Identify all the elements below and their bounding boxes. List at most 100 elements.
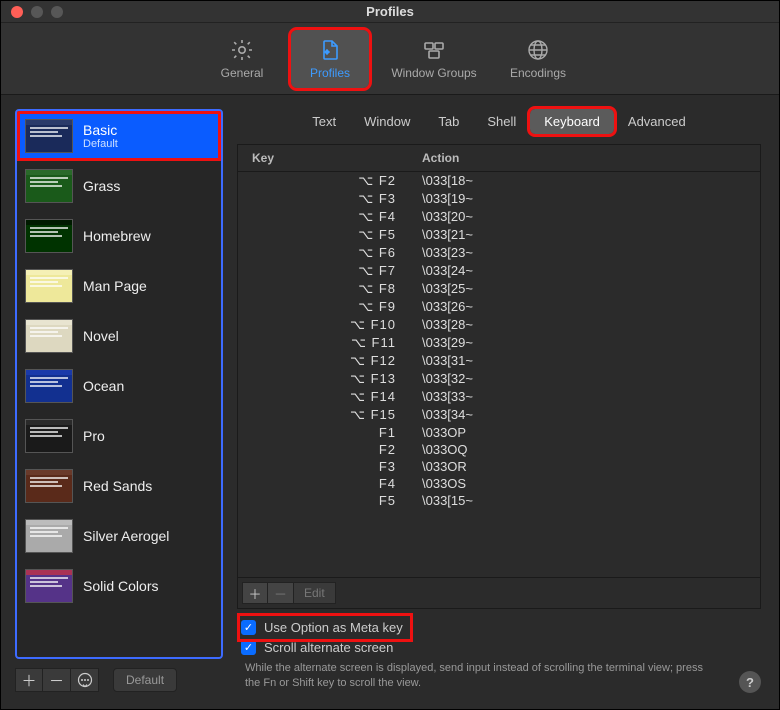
profile-name: Solid Colors	[83, 578, 158, 594]
key-cell: ⌥ F2	[252, 173, 422, 189]
add-profile-button[interactable]: ＋	[15, 668, 43, 692]
section-keyboard[interactable]: Keyboard	[530, 109, 614, 134]
profile-thumbnail	[25, 269, 73, 303]
action-cell: \033OQ	[422, 442, 746, 457]
profile-actions-menu[interactable]	[71, 668, 99, 692]
profile-section-tabs: Text Window Tab Shell Keyboard Advanced	[237, 109, 761, 134]
profile-item-red-sands[interactable]: Red Sands	[17, 461, 221, 511]
action-cell: \033[20~	[422, 209, 746, 225]
key-bindings-table[interactable]: Key Action ⌥ F2\033[18~⌥ F3\033[19~⌥ F4\…	[237, 144, 761, 609]
profile-item-ocean[interactable]: Ocean	[17, 361, 221, 411]
table-row[interactable]: ⌥ F11\033[29~	[238, 334, 760, 352]
table-row[interactable]: ⌥ F13\033[32~	[238, 370, 760, 388]
profile-item-homebrew[interactable]: Homebrew	[17, 211, 221, 261]
remove-profile-button[interactable]: －	[43, 668, 71, 692]
profile-thumbnail	[25, 169, 73, 203]
profile-sublabel: Default	[83, 138, 118, 150]
table-row[interactable]: ⌥ F6\033[23~	[238, 244, 760, 262]
section-text[interactable]: Text	[298, 109, 350, 134]
preferences-toolbar: General Profiles Window Groups Encodings	[1, 23, 779, 95]
content-area: BasicDefaultGrassHomebrewMan PageNovelOc…	[1, 95, 779, 709]
section-shell[interactable]: Shell	[473, 109, 530, 134]
section-advanced[interactable]: Advanced	[614, 109, 700, 134]
table-row[interactable]: ⌥ F9\033[26~	[238, 298, 760, 316]
key-cell: ⌥ F10	[252, 317, 422, 333]
profile-thumbnail	[25, 119, 73, 153]
checkbox-checked-icon[interactable]: ✓	[241, 620, 256, 635]
table-row[interactable]: ⌥ F2\033[18~	[238, 172, 760, 190]
tab-general[interactable]: General	[203, 30, 281, 88]
table-row[interactable]: ⌥ F15\033[34~	[238, 406, 760, 424]
action-cell: \033[28~	[422, 317, 746, 333]
preferences-window: Profiles General Profiles Window Groups …	[0, 0, 780, 710]
table-row[interactable]: F5\033[15~	[238, 492, 760, 509]
action-cell: \033[31~	[422, 353, 746, 369]
table-row[interactable]: ⌥ F10\033[28~	[238, 316, 760, 334]
profile-thumbnail	[25, 469, 73, 503]
table-row[interactable]: ⌥ F12\033[31~	[238, 352, 760, 370]
table-row[interactable]: ⌥ F4\033[20~	[238, 208, 760, 226]
profile-name: Ocean	[83, 378, 124, 394]
action-cell: \033OP	[422, 425, 746, 440]
tab-window-groups[interactable]: Window Groups	[379, 30, 489, 88]
profile-label: Homebrew	[83, 228, 151, 244]
key-cell: ⌥ F8	[252, 281, 422, 297]
profile-thumbnail	[25, 569, 73, 603]
scroll-alternate-help: While the alternate screen is displayed,…	[241, 657, 711, 691]
profile-item-silver-aerogel[interactable]: Silver Aerogel	[17, 511, 221, 561]
profile-item-grass[interactable]: Grass	[17, 161, 221, 211]
tab-general-label: General	[221, 66, 264, 80]
help-button[interactable]: ?	[739, 671, 761, 693]
table-row[interactable]: ⌥ F3\033[19~	[238, 190, 760, 208]
profile-thumbnail	[25, 369, 73, 403]
profile-thumbnail	[25, 219, 73, 253]
settings-pane: Text Window Tab Shell Keyboard Advanced …	[223, 95, 779, 709]
option-as-meta-row[interactable]: ✓ Use Option as Meta key	[241, 617, 409, 638]
tab-encodings-label: Encodings	[510, 66, 566, 80]
checkbox-checked-icon[interactable]: ✓	[241, 640, 256, 655]
set-default-button[interactable]: Default	[113, 668, 177, 692]
profile-item-pro[interactable]: Pro	[17, 411, 221, 461]
profiles-sidebar[interactable]: BasicDefault Grass Homebrew Man Page Novel Oc…	[15, 109, 223, 659]
section-tab[interactable]: Tab	[424, 109, 473, 134]
action-cell: \033[26~	[422, 299, 746, 315]
key-cell: ⌥ F13	[252, 371, 422, 387]
profile-thumbnail	[25, 519, 73, 553]
action-cell: \033[34~	[422, 407, 746, 423]
scroll-alternate-label: Scroll alternate screen	[264, 640, 393, 655]
scroll-alternate-row[interactable]: ✓ Scroll alternate screen	[241, 638, 757, 657]
profile-item-man-page[interactable]: Man Page	[17, 261, 221, 311]
action-cell: \033[25~	[422, 281, 746, 297]
profile-item-solid-colors[interactable]: Solid Colors	[17, 561, 221, 611]
table-row[interactable]: ⌥ F7\033[24~	[238, 262, 760, 280]
window-title: Profiles	[1, 4, 779, 19]
table-row[interactable]: F3\033OR	[238, 458, 760, 475]
table-body[interactable]: ⌥ F2\033[18~⌥ F3\033[19~⌥ F4\033[20~⌥ F5…	[238, 172, 760, 577]
sidebar-footer: ＋ － Default	[15, 665, 223, 695]
key-cell: F3	[252, 459, 422, 474]
profile-name: Basic	[83, 122, 118, 138]
profiles-icon	[318, 38, 342, 62]
table-row[interactable]: F4\033OS	[238, 475, 760, 492]
profile-name: Man Page	[83, 278, 147, 294]
profile-label: Silver Aerogel	[83, 528, 169, 544]
table-header: Key Action	[238, 145, 760, 172]
table-row[interactable]: ⌥ F5\033[21~	[238, 226, 760, 244]
profile-item-basic[interactable]: BasicDefault	[17, 111, 221, 161]
key-cell: F5	[252, 493, 422, 508]
edit-binding-button[interactable]: Edit	[294, 582, 336, 604]
table-row[interactable]: F1\033OP	[238, 424, 760, 441]
action-cell: \033[21~	[422, 227, 746, 243]
table-row[interactable]: ⌥ F8\033[25~	[238, 280, 760, 298]
tab-encodings[interactable]: Encodings	[499, 30, 577, 88]
profile-item-novel[interactable]: Novel	[17, 311, 221, 361]
table-row[interactable]: F2\033OQ	[238, 441, 760, 458]
table-footer: ＋ － Edit	[238, 577, 760, 608]
table-row[interactable]: ⌥ F14\033[33~	[238, 388, 760, 406]
section-window[interactable]: Window	[350, 109, 424, 134]
add-binding-button[interactable]: ＋	[242, 582, 268, 604]
remove-binding-button[interactable]: －	[268, 582, 294, 604]
key-cell: ⌥ F14	[252, 389, 422, 405]
profile-label: BasicDefault	[83, 122, 118, 150]
tab-profiles[interactable]: Profiles	[291, 30, 369, 88]
